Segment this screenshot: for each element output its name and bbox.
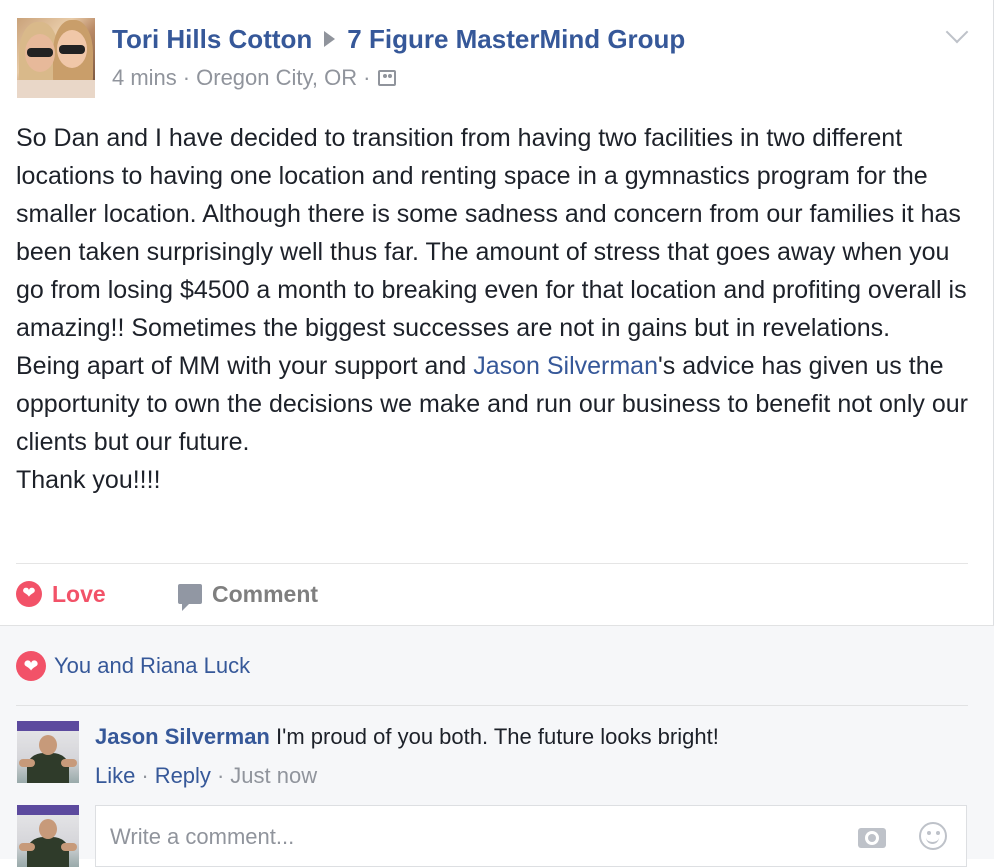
comment-body: I'm proud of you both. The future looks … — [276, 724, 719, 749]
meta-separator: · — [182, 65, 191, 90]
love-reaction-icon: ❤ — [16, 651, 46, 681]
meta-separator: · — [141, 763, 149, 788]
shared-to-arrow-icon — [324, 31, 336, 47]
author-avatar[interactable] — [17, 18, 95, 98]
meta-separator: · — [216, 763, 225, 788]
post-text: So Dan and I have decided to transition … — [16, 119, 976, 499]
divider — [16, 705, 968, 706]
comment-icon — [178, 584, 202, 611]
comments-section: ❤ You and Riana Luck Jason Silverman I'm… — [0, 625, 994, 867]
commenter-avatar[interactable] — [17, 721, 79, 783]
post-paragraph: Thank you!!!! — [16, 466, 161, 494]
post-actions: ❤ Love Comment — [16, 572, 318, 616]
emoji-icon[interactable] — [919, 822, 947, 850]
camera-icon[interactable] — [858, 828, 886, 848]
post-header: Tori Hills Cotton 7 Figure MasterMind Gr… — [112, 22, 685, 56]
comment: Jason Silverman I'm proud of you both. T… — [95, 723, 719, 751]
comment-meta: Like · Reply · Just now — [95, 762, 317, 790]
post-location[interactable]: Oregon City, OR — [196, 65, 357, 91]
mention-link[interactable]: Jason Silverman — [473, 352, 658, 380]
reactions-summary[interactable]: ❤ You and Riana Luck — [16, 650, 250, 682]
comment-author-link[interactable]: Jason Silverman — [95, 724, 270, 749]
comment-reply-link[interactable]: Reply — [155, 762, 211, 790]
post-timestamp[interactable]: 4 mins — [112, 65, 177, 91]
post-paragraph: So Dan and I have decided to transition … — [16, 124, 967, 342]
heart-icon: ❤ — [16, 581, 42, 607]
comment-like-link[interactable]: Like — [95, 762, 135, 790]
post-paragraph: Being apart of MM with your support and … — [16, 352, 968, 456]
love-label: Love — [52, 580, 106, 607]
divider — [16, 563, 968, 564]
meta-separator: · — [363, 65, 371, 90]
comment-input[interactable] — [108, 818, 812, 856]
comment-timestamp[interactable]: Just now — [230, 762, 317, 790]
post-meta: 4 mins · Oregon City, OR · — [112, 64, 397, 92]
feed-post: Tori Hills Cotton 7 Figure MasterMind Gr… — [0, 0, 994, 867]
love-button[interactable]: ❤ Love — [16, 581, 178, 608]
chevron-down-icon[interactable] — [945, 20, 969, 44]
group-name-link[interactable]: 7 Figure MasterMind Group — [347, 24, 685, 55]
comment-button[interactable]: Comment — [178, 580, 319, 611]
comment-label: Comment — [212, 580, 319, 607]
author-name-link[interactable]: Tori Hills Cotton — [112, 24, 312, 55]
group-audience-icon[interactable] — [378, 70, 397, 86]
reactions-text[interactable]: You and Riana Luck — [54, 653, 250, 679]
